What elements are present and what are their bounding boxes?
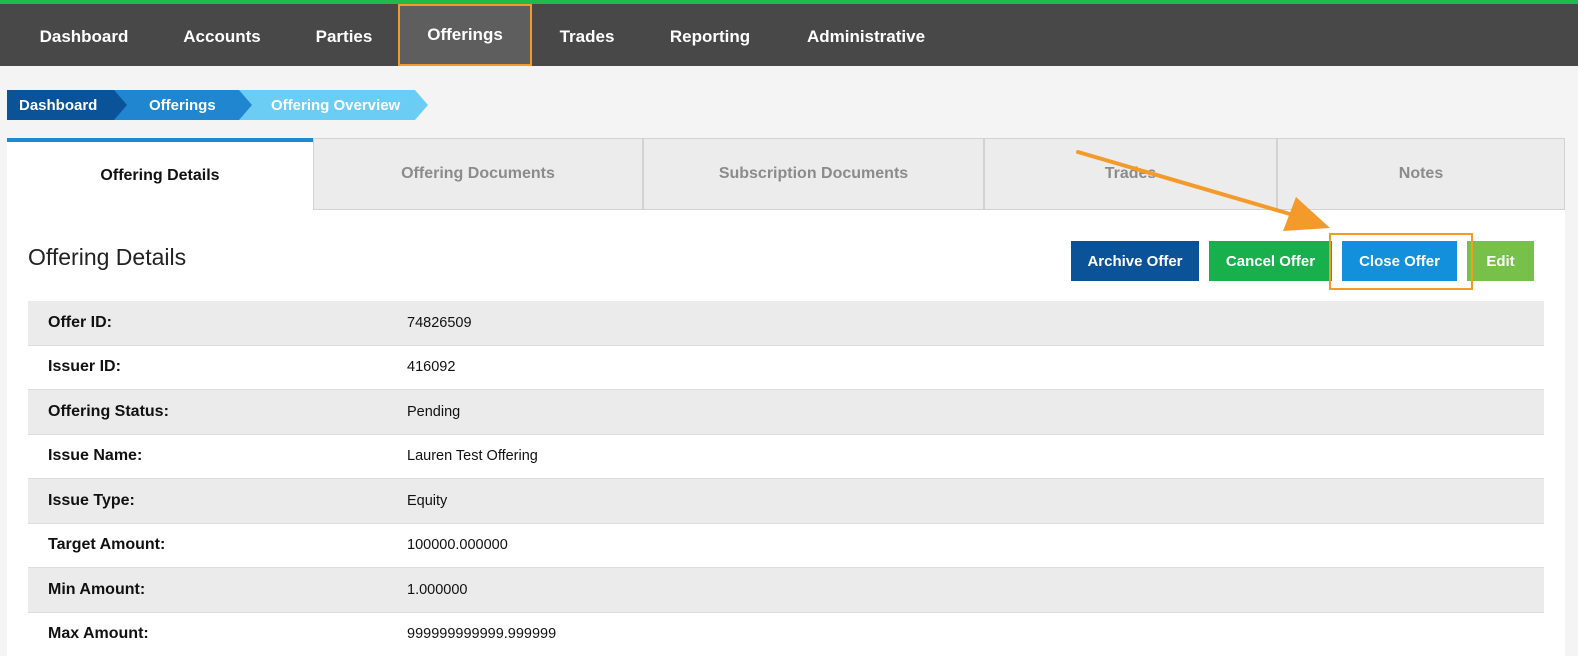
tab-subscription-documents[interactable]: Subscription Documents <box>643 138 984 210</box>
table-row: Issue Name: Lauren Test Offering <box>28 435 1544 479</box>
tab-offering-documents[interactable]: Offering Documents <box>313 138 643 210</box>
offering-details-panel: Offering Details Archive Offer Cancel Of… <box>7 210 1565 656</box>
row-label: Target Amount: <box>48 536 166 554</box>
nav-item-trades[interactable]: Trades <box>547 8 627 66</box>
row-value: 1.000000 <box>407 581 468 598</box>
table-row: Target Amount: 100000.000000 <box>28 524 1544 568</box>
row-label: Issue Type: <box>48 491 135 509</box>
row-label: Max Amount: <box>48 625 149 643</box>
row-value: Pending <box>407 403 461 420</box>
row-value: 999999999999.999999 <box>407 626 557 643</box>
nav-item-parties[interactable]: Parties <box>303 8 385 66</box>
table-row: Issue Type: Equity <box>28 479 1544 524</box>
row-value: 74826509 <box>407 314 472 331</box>
breadcrumb-offerings[interactable]: Offerings <box>114 90 252 120</box>
breadcrumb-dashboard[interactable]: Dashboard <box>7 90 127 120</box>
tab-bar: Offering Details Offering Documents Subs… <box>7 138 1565 210</box>
close-offer-button[interactable]: Close Offer <box>1342 241 1457 281</box>
row-label: Issue Name: <box>48 447 143 465</box>
page-title: Offering Details <box>28 244 187 270</box>
nav-item-administrative[interactable]: Administrative <box>795 8 937 66</box>
row-label: Issuer ID: <box>48 358 121 376</box>
table-row: Offer ID: 74826509 <box>28 301 1544 346</box>
details-table: Offer ID: 74826509 Issuer ID: 416092 Off… <box>28 301 1544 656</box>
nav-item-reporting[interactable]: Reporting <box>657 8 763 66</box>
table-row: Offering Status: Pending <box>28 390 1544 435</box>
tab-notes[interactable]: Notes <box>1277 138 1565 210</box>
row-label: Min Amount: <box>48 580 146 598</box>
nav-item-accounts[interactable]: Accounts <box>172 8 272 66</box>
nav-item-offerings[interactable]: Offerings <box>398 4 532 66</box>
tab-offering-details[interactable]: Offering Details <box>7 138 313 210</box>
row-label: Offering Status: <box>48 402 169 420</box>
row-value: 100000.000000 <box>407 537 508 554</box>
table-row: Issuer ID: 416092 <box>28 346 1544 390</box>
row-label: Offer ID: <box>48 313 112 331</box>
top-navigation: Dashboard Accounts Parties Offerings Tra… <box>0 0 1578 66</box>
archive-offer-button[interactable]: Archive Offer <box>1071 241 1199 281</box>
tab-trades[interactable]: Trades <box>984 138 1277 210</box>
cancel-offer-button[interactable]: Cancel Offer <box>1209 241 1332 281</box>
row-value: 416092 <box>407 359 456 376</box>
table-row: Min Amount: 1.000000 <box>28 568 1544 613</box>
row-value: Lauren Test Offering <box>407 448 538 465</box>
table-row: Max Amount: 999999999999.999999 <box>28 613 1544 656</box>
breadcrumb-offering-overview: Offering Overview <box>239 90 428 120</box>
row-value: Equity <box>407 492 448 509</box>
edit-button[interactable]: Edit <box>1467 241 1534 281</box>
nav-item-dashboard[interactable]: Dashboard <box>28 8 140 66</box>
